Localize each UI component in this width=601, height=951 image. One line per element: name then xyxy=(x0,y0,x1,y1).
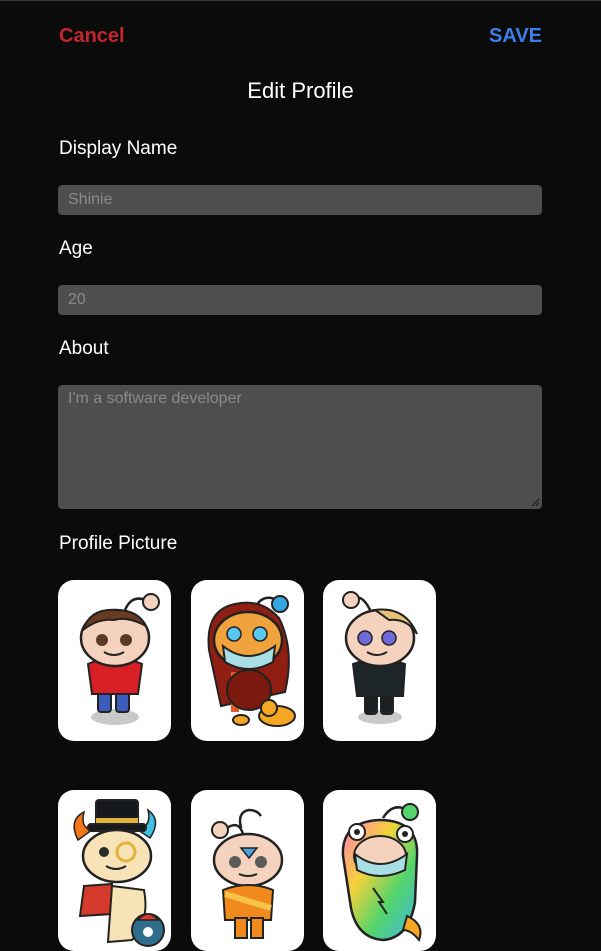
about-placeholder: I'm a software developer xyxy=(68,390,242,407)
age-input[interactable]: 20 xyxy=(58,285,542,315)
resize-grip-icon[interactable] xyxy=(531,498,540,507)
display-name-label: Display Name xyxy=(59,138,178,159)
age-label: Age xyxy=(59,238,93,259)
about-label: About xyxy=(59,338,109,359)
avatar-option[interactable] xyxy=(191,580,304,741)
avatar-option[interactable] xyxy=(323,580,436,741)
cancel-button[interactable]: Cancel xyxy=(59,25,125,48)
save-button[interactable]: SAVE xyxy=(489,25,542,48)
snoo-rainbow-lizard-icon xyxy=(341,803,422,942)
snoo-orange-monk-icon xyxy=(211,808,284,939)
profile-picture-label: Profile Picture xyxy=(59,533,178,554)
snoo-lion-mask-icon xyxy=(207,595,296,727)
avatar-option[interactable] xyxy=(58,580,171,741)
avatar-option[interactable] xyxy=(191,790,304,951)
snoo-top-hat-fire-icon xyxy=(73,799,165,947)
top-bar: Cancel SAVE xyxy=(0,1,601,71)
about-textarea[interactable]: I'm a software developer xyxy=(58,385,542,509)
page-title: Edit Profile xyxy=(247,78,354,103)
display-name-input[interactable]: Shinie xyxy=(58,185,542,215)
snoo-blonde-icon xyxy=(342,591,418,724)
snoo-red-shirt-icon xyxy=(79,593,160,725)
avatar-option[interactable] xyxy=(58,790,171,951)
avatar-option[interactable] xyxy=(323,790,436,951)
